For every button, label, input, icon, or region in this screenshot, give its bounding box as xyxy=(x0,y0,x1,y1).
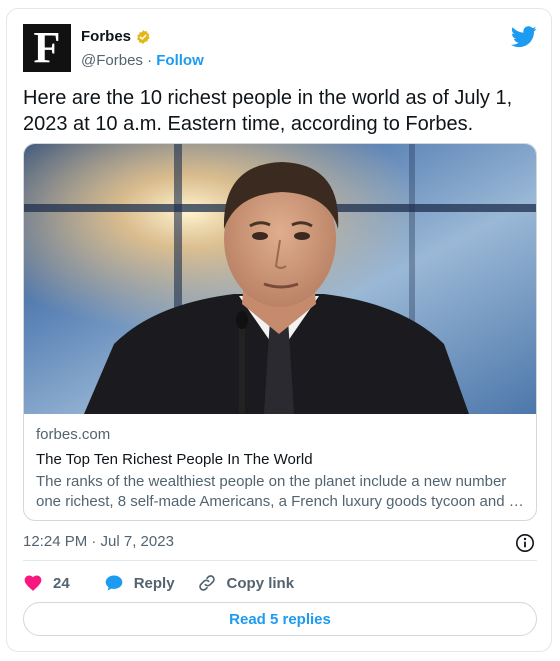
divider xyxy=(23,560,537,561)
tweet-header: F Forbes @Forbes · Follow xyxy=(23,24,537,74)
author-handle-row: @Forbes · Follow xyxy=(81,52,204,69)
tweet-actions: 24 Reply Copy link xyxy=(23,571,316,595)
avatar[interactable]: F xyxy=(23,24,71,72)
article-photo xyxy=(24,144,536,414)
link-title[interactable]: The Top Ten Richest People In The World xyxy=(36,451,528,468)
link-description-line-2: one richest, 8 self-made Americans, a Fr… xyxy=(36,493,524,510)
tweet-timestamp[interactable]: 12:24 PM · Jul 7, 2023 xyxy=(23,533,174,550)
like-button[interactable]: 24 xyxy=(23,573,82,593)
tweet-text: Here are the 10 richest people in the wo… xyxy=(23,87,513,135)
reply-label: Reply xyxy=(133,574,175,592)
author-name[interactable]: Forbes xyxy=(81,28,131,45)
link-icon xyxy=(198,575,215,591)
copy-link-label: Copy link xyxy=(226,574,295,592)
handle-separator: · xyxy=(147,52,153,69)
verified-badge-icon xyxy=(137,29,150,44)
copy-link-button[interactable]: Copy link xyxy=(197,573,295,593)
link-meta: forbes.com The Top Ten Richest People In… xyxy=(36,426,528,512)
author-handle[interactable]: @Forbes xyxy=(81,52,143,69)
info-icon[interactable] xyxy=(515,533,535,553)
follow-button[interactable]: Follow xyxy=(156,52,204,69)
link-domain: forbes.com xyxy=(36,426,111,443)
heart-icon xyxy=(24,575,42,591)
link-preview-card[interactable]: forbes.com The Top Ten Richest People In… xyxy=(23,143,537,521)
twitter-bird-icon[interactable] xyxy=(511,26,537,48)
like-count: 24 xyxy=(53,574,70,592)
link-description-line-1: The ranks of the wealthiest people on th… xyxy=(36,473,507,490)
tweet-card: F Forbes @Forbes · Follow Here are the 1… xyxy=(6,8,552,652)
read-replies-button[interactable]: Read 5 replies xyxy=(23,602,537,636)
reply-bubble-icon xyxy=(105,575,123,591)
reply-button[interactable]: Reply xyxy=(104,573,175,593)
author-name-row: Forbes xyxy=(81,28,151,45)
